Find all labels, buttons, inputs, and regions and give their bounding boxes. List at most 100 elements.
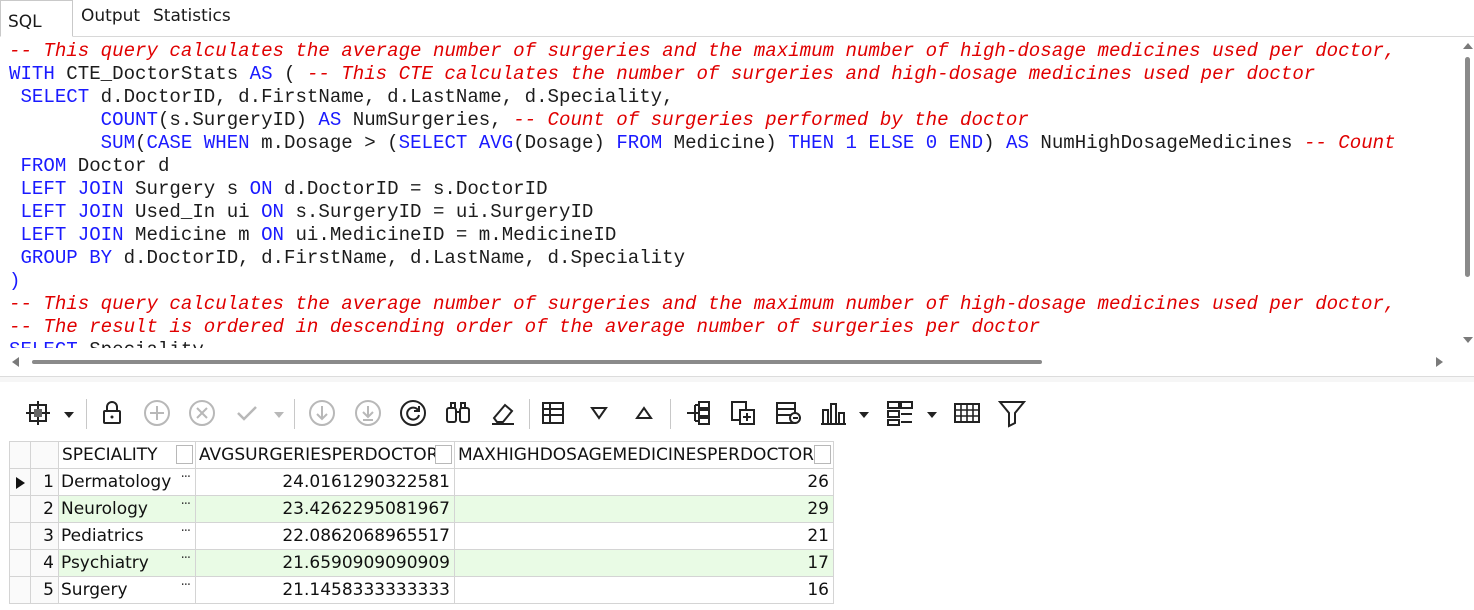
filter-icon[interactable] xyxy=(996,397,1028,429)
grid-view-icon[interactable] xyxy=(538,397,570,429)
sql-editor[interactable]: -- This query calculates the average num… xyxy=(0,37,1474,348)
sql-text: Speciality, xyxy=(78,339,215,348)
sort-desc-icon[interactable] xyxy=(583,397,615,429)
table-row[interactable]: 5 Surgery ··· 21.1458333333333 16 xyxy=(9,576,834,604)
more-icon[interactable]: ··· xyxy=(181,524,191,539)
cell-avg-surgeries[interactable]: 22.0862068965517 xyxy=(195,522,455,550)
row-number: 1 xyxy=(30,468,59,496)
import-icon[interactable] xyxy=(772,397,804,429)
chevron-down-icon[interactable] xyxy=(927,412,937,418)
more-icon[interactable]: ··· xyxy=(181,551,191,566)
row-indicator[interactable] xyxy=(9,468,31,496)
column-header-avg-surgeries[interactable]: AVGSURGERIESPERDOCTOR xyxy=(195,441,455,469)
chevron-down-icon[interactable] xyxy=(859,412,869,418)
tab-statistics[interactable]: Statistics xyxy=(153,6,231,26)
last-icon[interactable] xyxy=(352,397,384,429)
row-indicator[interactable] xyxy=(9,549,31,577)
row-indicator[interactable] xyxy=(9,576,31,604)
editor-horizontal-scrollbar[interactable] xyxy=(0,350,1461,374)
table-row[interactable]: 2 Neurology ··· 23.4262295081967 29 xyxy=(9,495,834,523)
table-icon[interactable] xyxy=(951,397,983,429)
lock-icon[interactable] xyxy=(96,397,128,429)
row-indicator[interactable] xyxy=(9,495,31,523)
cell-speciality[interactable]: Neurology ··· xyxy=(58,495,196,523)
cell-avg-surgeries[interactable]: 24.0161290322581 xyxy=(195,468,455,496)
code-line: COUNT(s.SurgeryID) AS NumSurgeries, -- C… xyxy=(9,109,1396,132)
cell-max-high-dosage[interactable]: 26 xyxy=(454,468,834,496)
chart-icon[interactable] xyxy=(817,397,849,429)
editor-vertical-scrollbar[interactable] xyxy=(1461,37,1474,348)
column-menu-button[interactable] xyxy=(814,445,831,464)
cell-max-high-dosage[interactable]: 29 xyxy=(454,495,834,523)
cell-max-high-dosage[interactable]: 17 xyxy=(454,549,834,577)
row-number-header xyxy=(30,441,59,469)
sql-number: 0 xyxy=(925,132,938,154)
clear-icon[interactable] xyxy=(487,397,519,429)
scroll-up-icon[interactable] xyxy=(1463,43,1473,49)
tab-output[interactable]: Output xyxy=(81,6,140,26)
add-row-icon[interactable] xyxy=(141,397,173,429)
sql-comment: -- This query calculates the average num… xyxy=(9,40,1396,62)
sql-comment: -- This query calculates the average num… xyxy=(9,293,1396,315)
next-icon[interactable] xyxy=(306,397,338,429)
column-header-max-high-dosage[interactable]: MAXHIGHDOSAGEMEDICINESPERDOCTOR xyxy=(454,441,834,469)
cell-speciality[interactable]: Dermatology ··· xyxy=(58,468,196,496)
sql-number: 1 xyxy=(845,132,857,154)
chevron-down-icon[interactable] xyxy=(274,412,284,418)
sql-code[interactable]: -- This query calculates the average num… xyxy=(9,40,1396,348)
sql-keyword: COUNT xyxy=(100,109,158,131)
export-icon[interactable] xyxy=(727,397,759,429)
sql-text: ( xyxy=(135,132,147,154)
sql-keyword: GROUP BY xyxy=(20,247,113,269)
chevron-down-icon[interactable] xyxy=(64,412,74,418)
row-indicator[interactable] xyxy=(9,522,31,550)
code-line: LEFT JOIN Medicine m ON ui.MedicineID = … xyxy=(9,224,1396,247)
code-line: WITH CTE_DoctorStats AS ( -- This CTE ca… xyxy=(9,63,1396,86)
sql-comment: -- The result is ordered in descending o… xyxy=(9,316,1041,338)
tree-icon[interactable] xyxy=(682,397,714,429)
record-navigator-icon[interactable] xyxy=(22,397,54,429)
table-row[interactable]: 3 Pediatrics ··· 22.0862068965517 21 xyxy=(9,522,834,550)
cell-max-high-dosage[interactable]: 21 xyxy=(454,522,834,550)
sql-keyword: LEFT JOIN xyxy=(20,201,124,223)
scroll-left-icon[interactable] xyxy=(12,357,19,367)
table-row[interactable]: 1 Dermatology ··· 24.0161290322581 26 xyxy=(9,468,834,496)
sql-text: (Dosage) xyxy=(513,132,617,154)
sql-keyword: SELECT xyxy=(9,339,78,348)
cell-speciality[interactable]: Psychiatry ··· xyxy=(58,549,196,577)
current-row-pointer-icon xyxy=(16,477,25,489)
splitter[interactable] xyxy=(0,376,1474,382)
more-icon[interactable]: ··· xyxy=(181,497,191,512)
cell-max-high-dosage[interactable]: 16 xyxy=(454,576,834,604)
more-icon[interactable]: ··· xyxy=(181,578,191,593)
scroll-thumb[interactable] xyxy=(32,360,1042,364)
group-icon[interactable] xyxy=(884,397,916,429)
column-menu-button[interactable] xyxy=(435,445,452,464)
column-menu-button[interactable] xyxy=(176,445,193,464)
cell-avg-surgeries[interactable]: 23.4262295081967 xyxy=(195,495,455,523)
apply-icon[interactable] xyxy=(231,397,263,429)
sql-text: ( xyxy=(272,63,307,85)
refresh-icon[interactable] xyxy=(397,397,429,429)
find-icon[interactable] xyxy=(442,397,474,429)
more-icon[interactable]: ··· xyxy=(181,470,191,485)
cell-speciality[interactable]: Pediatrics ··· xyxy=(58,522,196,550)
scroll-right-icon[interactable] xyxy=(1436,357,1443,367)
row-number: 2 xyxy=(30,495,59,523)
tab-sql[interactable]: SQL xyxy=(0,0,73,37)
column-header-speciality[interactable]: SPECIALITY xyxy=(58,441,196,469)
sql-keyword: AS xyxy=(249,63,273,85)
sql-keyword: THEN xyxy=(788,132,835,154)
cell-speciality[interactable]: Surgery ··· xyxy=(58,576,196,604)
scroll-down-icon[interactable] xyxy=(1463,337,1473,343)
table-row[interactable]: 4 Psychiatry ··· 21.6590909090909 17 xyxy=(9,549,834,577)
cell-avg-surgeries[interactable]: 21.6590909090909 xyxy=(195,549,455,577)
sql-keyword: ON xyxy=(249,178,273,200)
scroll-thumb[interactable] xyxy=(1465,57,1470,277)
sort-asc-icon[interactable] xyxy=(628,397,660,429)
delete-row-icon[interactable] xyxy=(186,397,218,429)
cell-avg-surgeries[interactable]: 21.1458333333333 xyxy=(195,576,455,604)
